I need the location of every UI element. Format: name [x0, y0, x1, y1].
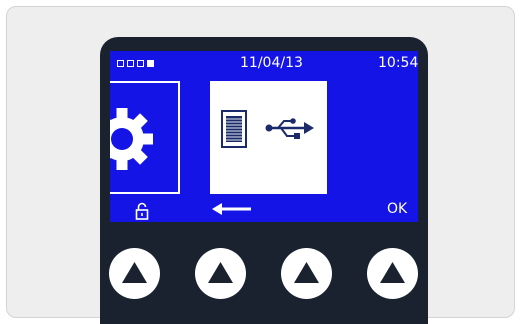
up-triangle-icon — [294, 262, 319, 283]
lcd-screen: 11/04/13 10:54 OK — [110, 51, 418, 222]
previous-menu-tile[interactable] — [110, 81, 180, 194]
softkey-button-3[interactable] — [281, 248, 332, 299]
softkey-button-4[interactable] — [367, 248, 418, 299]
status-indicator-empty — [127, 60, 134, 67]
status-indicator-empty — [137, 60, 144, 67]
padlock-icon[interactable] — [135, 202, 149, 220]
document-to-usb-icon — [221, 110, 314, 148]
gear-icon — [110, 108, 153, 170]
back-arrow-icon[interactable] — [212, 202, 252, 216]
usb-icon — [265, 118, 314, 139]
up-triangle-icon — [122, 262, 147, 283]
document-icon — [221, 110, 247, 148]
softkey-button-2[interactable] — [195, 248, 246, 299]
status-indicator-empty — [117, 60, 124, 67]
date-display: 11/04/13 — [240, 55, 303, 71]
scan-to-usb-tile[interactable] — [210, 81, 327, 194]
status-indicators — [117, 60, 154, 67]
up-triangle-icon — [380, 262, 405, 283]
ok-softkey-label[interactable]: OK — [387, 201, 407, 217]
up-triangle-icon — [208, 262, 233, 283]
device-body: 11/04/13 10:54 OK — [100, 37, 428, 324]
time-display: 10:54 — [378, 55, 418, 71]
softkey-button-1[interactable] — [109, 248, 160, 299]
status-indicator-filled — [147, 60, 154, 67]
